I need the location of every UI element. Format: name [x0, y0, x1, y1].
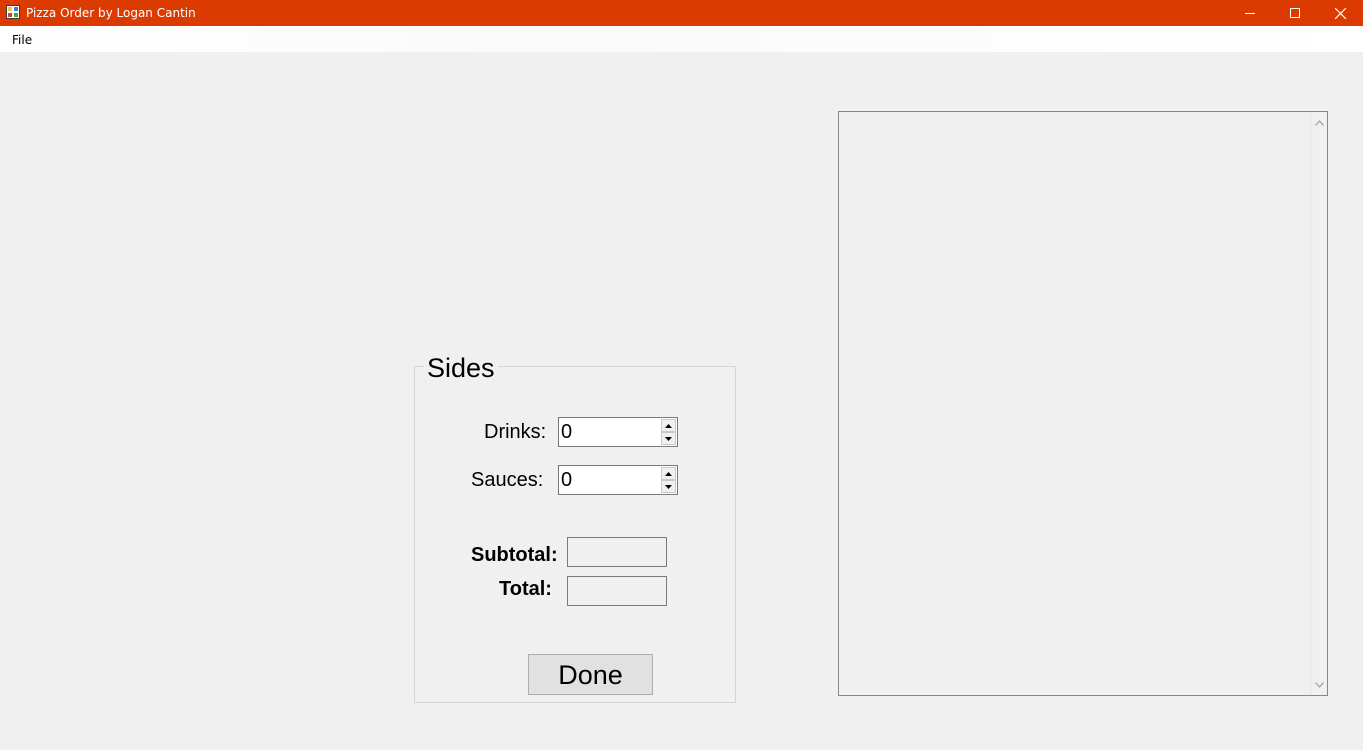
drinks-value[interactable]: 0	[561, 420, 572, 444]
sauces-stepper[interactable]: 0	[558, 465, 678, 495]
sauces-label: Sauces:	[471, 469, 544, 491]
order-output-textbox[interactable]	[838, 111, 1328, 696]
drinks-stepper[interactable]: 0	[558, 417, 678, 447]
arrow-down-icon	[665, 484, 672, 489]
chevron-up-icon	[1315, 119, 1324, 126]
vertical-scrollbar[interactable]	[1310, 112, 1327, 695]
maximize-button[interactable]	[1272, 0, 1318, 26]
maximize-icon	[1290, 8, 1300, 18]
total-label: Total:	[499, 578, 552, 600]
done-button[interactable]: Done	[528, 654, 653, 695]
scroll-down-button[interactable]	[1311, 676, 1328, 693]
arrow-up-icon	[665, 423, 672, 428]
window-title: Pizza Order by Logan Cantin	[26, 6, 196, 20]
sauces-value[interactable]: 0	[561, 468, 572, 492]
sauces-up-button[interactable]	[661, 467, 676, 480]
drinks-label: Drinks:	[484, 421, 547, 443]
arrow-down-icon	[665, 436, 672, 441]
drinks-down-button[interactable]	[661, 432, 676, 445]
subtotal-field[interactable]	[567, 537, 667, 567]
close-button[interactable]	[1317, 0, 1363, 26]
sides-title: Sides	[424, 352, 498, 384]
drinks-up-button[interactable]	[661, 419, 676, 432]
minimize-icon	[1245, 13, 1255, 14]
app-icon	[6, 5, 20, 19]
sides-groupbox: Sides Drinks: 0 Sauces: 0 Subtotal: Tota…	[414, 352, 736, 703]
title-bar: Pizza Order by Logan Cantin	[0, 0, 1363, 26]
subtotal-label: Subtotal:	[471, 544, 558, 566]
minimize-button[interactable]	[1227, 0, 1273, 26]
menu-bar: File	[0, 26, 1363, 52]
chevron-down-icon	[1315, 681, 1324, 688]
close-icon	[1334, 7, 1346, 19]
sauces-down-button[interactable]	[661, 480, 676, 493]
scroll-up-button[interactable]	[1311, 114, 1328, 131]
arrow-up-icon	[665, 471, 672, 476]
menu-file[interactable]: File	[6, 31, 38, 49]
total-field[interactable]	[567, 576, 667, 606]
